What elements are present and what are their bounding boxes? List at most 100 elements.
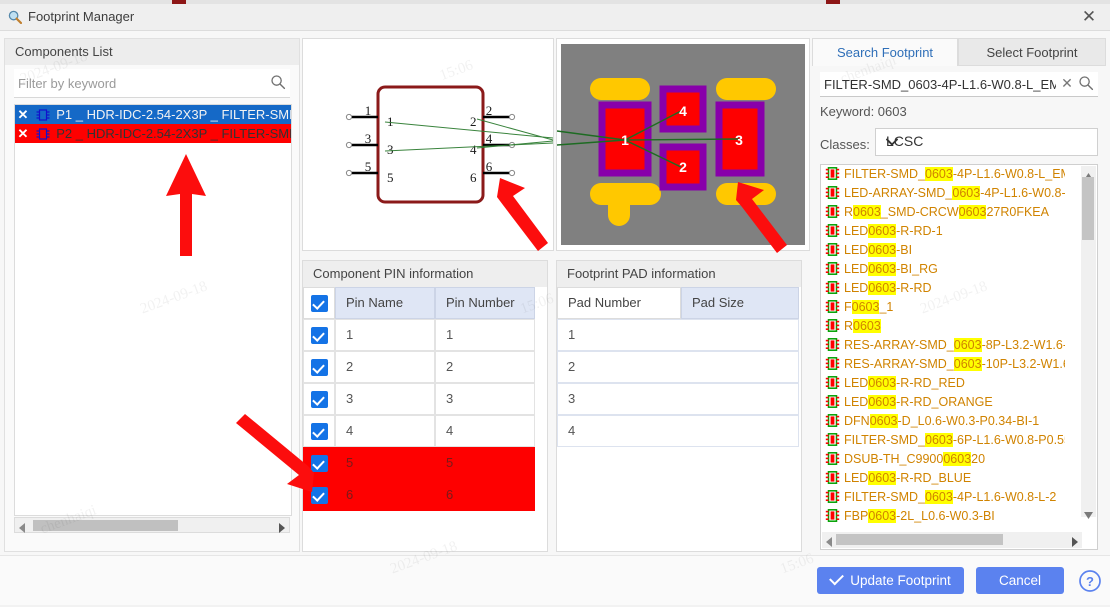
row-checkbox-cell[interactable] xyxy=(303,447,335,479)
footprint-result-item[interactable]: LED0603-R-RD_BLUE xyxy=(821,469,1065,488)
scrollbar-thumb[interactable] xyxy=(33,520,178,531)
footprint-result-item[interactable]: RES-ARRAY-SMD_0603-10P-L3.2-W1.6-BL xyxy=(821,355,1065,374)
row-checkbox[interactable] xyxy=(311,487,328,504)
footprint-results-inner: FILTER-SMD_0603-4P-L1.6-W0.8-L_EMI_K LED-… xyxy=(821,165,1065,533)
cell-pad-number: 3 xyxy=(557,383,799,415)
classes-select[interactable]: LCSC xyxy=(875,128,1098,156)
table-row[interactable]: 3 3 xyxy=(303,383,535,415)
footprint-result-item[interactable]: LED0603-BI xyxy=(821,241,1065,260)
scroll-right-icon[interactable] xyxy=(277,521,285,533)
components-list-hscrollbar[interactable] xyxy=(14,517,290,533)
remove-icon[interactable]: ✕ xyxy=(15,105,31,124)
footprint-result-item[interactable]: LED0603-R-RD_ORANGE xyxy=(821,393,1065,412)
search-icon[interactable] xyxy=(1078,75,1094,91)
footprint-result-item[interactable]: DSUB-TH_C9900060320 xyxy=(821,450,1065,469)
scroll-left-icon[interactable] xyxy=(826,535,834,547)
footprint-result-item[interactable]: LED0603-R-RD xyxy=(821,279,1065,298)
row-checkbox[interactable] xyxy=(311,455,328,472)
footprint-result-item[interactable]: LED-ARRAY-SMD_0603-4P-L1.6-W0.8-JH-0 xyxy=(821,184,1065,203)
table-row[interactable]: 3 xyxy=(557,383,799,415)
svg-text:1: 1 xyxy=(621,132,629,148)
footprint-pad-preview[interactable]: 1 2 3 4 xyxy=(556,38,810,251)
column-header-pin-name[interactable]: Pin Name xyxy=(335,287,435,319)
results-vscrollbar[interactable] xyxy=(1081,166,1096,519)
row-checkbox[interactable] xyxy=(311,423,328,440)
table-row[interactable]: 2 xyxy=(557,351,799,383)
footprint-result-item[interactable]: LED0603-R-RD_RED xyxy=(821,374,1065,393)
row-checkbox[interactable] xyxy=(311,327,328,344)
table-row[interactable]: 6 6 xyxy=(303,479,535,511)
scroll-up-icon[interactable] xyxy=(1084,168,1093,180)
row-checkbox[interactable] xyxy=(311,391,328,408)
footprint-result-item[interactable]: FBP0603-2L_L0.6-W0.3-BI xyxy=(821,507,1065,526)
cancel-button[interactable]: Cancel xyxy=(976,567,1064,594)
footprint-result-item[interactable]: LED0603-BI_RG xyxy=(821,260,1065,279)
chip-icon xyxy=(35,127,51,143)
row-checkbox-cell[interactable] xyxy=(303,383,335,415)
filter-input[interactable] xyxy=(16,70,260,96)
footprint-icon xyxy=(825,262,840,275)
center-area: 1 3 5 2 4 6 1 3 5 2 4 6 1 2 3 4 Componen… xyxy=(302,38,810,552)
column-header-pad-size[interactable]: Pad Size xyxy=(681,287,799,319)
results-hscrollbar[interactable] xyxy=(822,532,1082,548)
footprint-icon xyxy=(825,319,840,332)
scroll-right-icon[interactable] xyxy=(1070,535,1078,547)
footprint-result-item[interactable]: R0603_SMD-CRCW060327R0FKEA xyxy=(821,203,1065,222)
cell-pin-name: 6 xyxy=(335,479,435,511)
table-row[interactable]: 4 xyxy=(557,415,799,447)
scrollbar-thumb[interactable] xyxy=(1082,177,1094,240)
footprint-result-item[interactable]: FILTER-SMD_0603-6P-L1.6-W0.8-P0.55-BL xyxy=(821,431,1065,450)
row-checkbox[interactable] xyxy=(311,359,328,376)
footprint-result-item[interactable]: R0603 xyxy=(821,317,1065,336)
footprint-result-label: FILTER-SMD_0603-4P-L1.6-W0.8-L_EMI_K xyxy=(844,167,1065,181)
row-checkbox-cell[interactable] xyxy=(303,319,335,351)
scroll-down-icon[interactable] xyxy=(1084,507,1093,519)
filter-field-wrapper xyxy=(14,69,290,98)
column-header-pad-number[interactable]: Pad Number xyxy=(557,287,681,319)
footprint-result-label: LED0603-R-RD_ORANGE xyxy=(844,395,993,409)
cell-pin-name: 3 xyxy=(335,383,435,415)
clear-icon[interactable]: ✕ xyxy=(1060,75,1074,91)
tab-select-footprint[interactable]: Select Footprint xyxy=(958,38,1106,66)
footprint-result-item[interactable]: LED0603-R-RD-1 xyxy=(821,222,1065,241)
footprint-icon xyxy=(825,167,840,180)
close-icon[interactable]: ✕ xyxy=(1078,6,1100,28)
footprint-result-item[interactable]: FILTER-SMD_0603-4P-L1.6-W0.8-L-2 xyxy=(821,488,1065,507)
schematic-symbol-preview[interactable]: 1 3 5 2 4 6 1 3 5 2 4 6 xyxy=(302,38,554,251)
table-row[interactable]: 2 2 xyxy=(303,351,535,383)
footprint-result-item[interactable]: F0603_1 xyxy=(821,298,1065,317)
list-item[interactable]: ✕ P2 _ HDR-IDC-2.54-2X3P _ FILTER-SMD xyxy=(15,124,291,143)
scrollbar-thumb[interactable] xyxy=(836,534,1003,545)
footprint-result-item[interactable]: RES-ARRAY-SMD_0603-8P-L3.2-W1.6-BL xyxy=(821,336,1065,355)
table-row[interactable]: 1 1 xyxy=(303,319,535,351)
row-checkbox-cell[interactable] xyxy=(303,415,335,447)
remove-icon[interactable]: ✕ xyxy=(15,124,31,143)
footprint-result-item[interactable]: DFN0603-D_L0.6-W0.3-P0.34-BI-1 xyxy=(821,412,1065,431)
footprint-search-input[interactable] xyxy=(822,72,1058,96)
footprint-icon xyxy=(825,376,840,389)
window-title: Footprint Manager xyxy=(28,9,135,24)
cell-pad-number: 4 xyxy=(557,415,799,447)
update-footprint-button[interactable]: Update Footprint xyxy=(817,567,964,594)
search-icon[interactable] xyxy=(270,74,286,90)
dialog-footer: Update Footprint Cancel ? xyxy=(0,555,1110,605)
table-row[interactable]: 1 xyxy=(557,319,799,351)
footprint-result-item[interactable]: FILTER-SMD_0603-4P-L1.6-W0.8-L_EMI_K xyxy=(821,165,1065,184)
pin-select-all-cell[interactable] xyxy=(303,287,335,319)
pad-table-title-bar: Footprint PAD information xyxy=(557,261,801,287)
question-mark-icon[interactable]: ? xyxy=(1078,569,1102,593)
footprint-result-label: LED0603-R-RD xyxy=(844,281,932,295)
table-row[interactable]: 4 4 xyxy=(303,415,535,447)
select-all-checkbox[interactable] xyxy=(311,295,328,312)
row-checkbox-cell[interactable] xyxy=(303,351,335,383)
tab-search-footprint[interactable]: Search Footprint xyxy=(812,38,958,66)
scroll-left-icon[interactable] xyxy=(19,521,27,533)
table-row[interactable]: 5 5 xyxy=(303,447,535,479)
row-checkbox-cell[interactable] xyxy=(303,479,335,511)
list-item[interactable]: ✕ P1 _ HDR-IDC-2.54-2X3P _ FILTER-SMD xyxy=(15,105,291,124)
components-list[interactable]: ✕ P1 _ HDR-IDC-2.54-2X3P _ FILTER-SMD xyxy=(14,104,292,516)
footprint-results-list[interactable]: FILTER-SMD_0603-4P-L1.6-W0.8-L_EMI_K LED-… xyxy=(820,164,1098,550)
footprint-result-label: LED-ARRAY-SMD_0603-4P-L1.6-W0.8-JH-0 xyxy=(844,186,1065,200)
cell-pin-number: 5 xyxy=(435,447,535,479)
column-header-pin-number[interactable]: Pin Number xyxy=(435,287,535,319)
